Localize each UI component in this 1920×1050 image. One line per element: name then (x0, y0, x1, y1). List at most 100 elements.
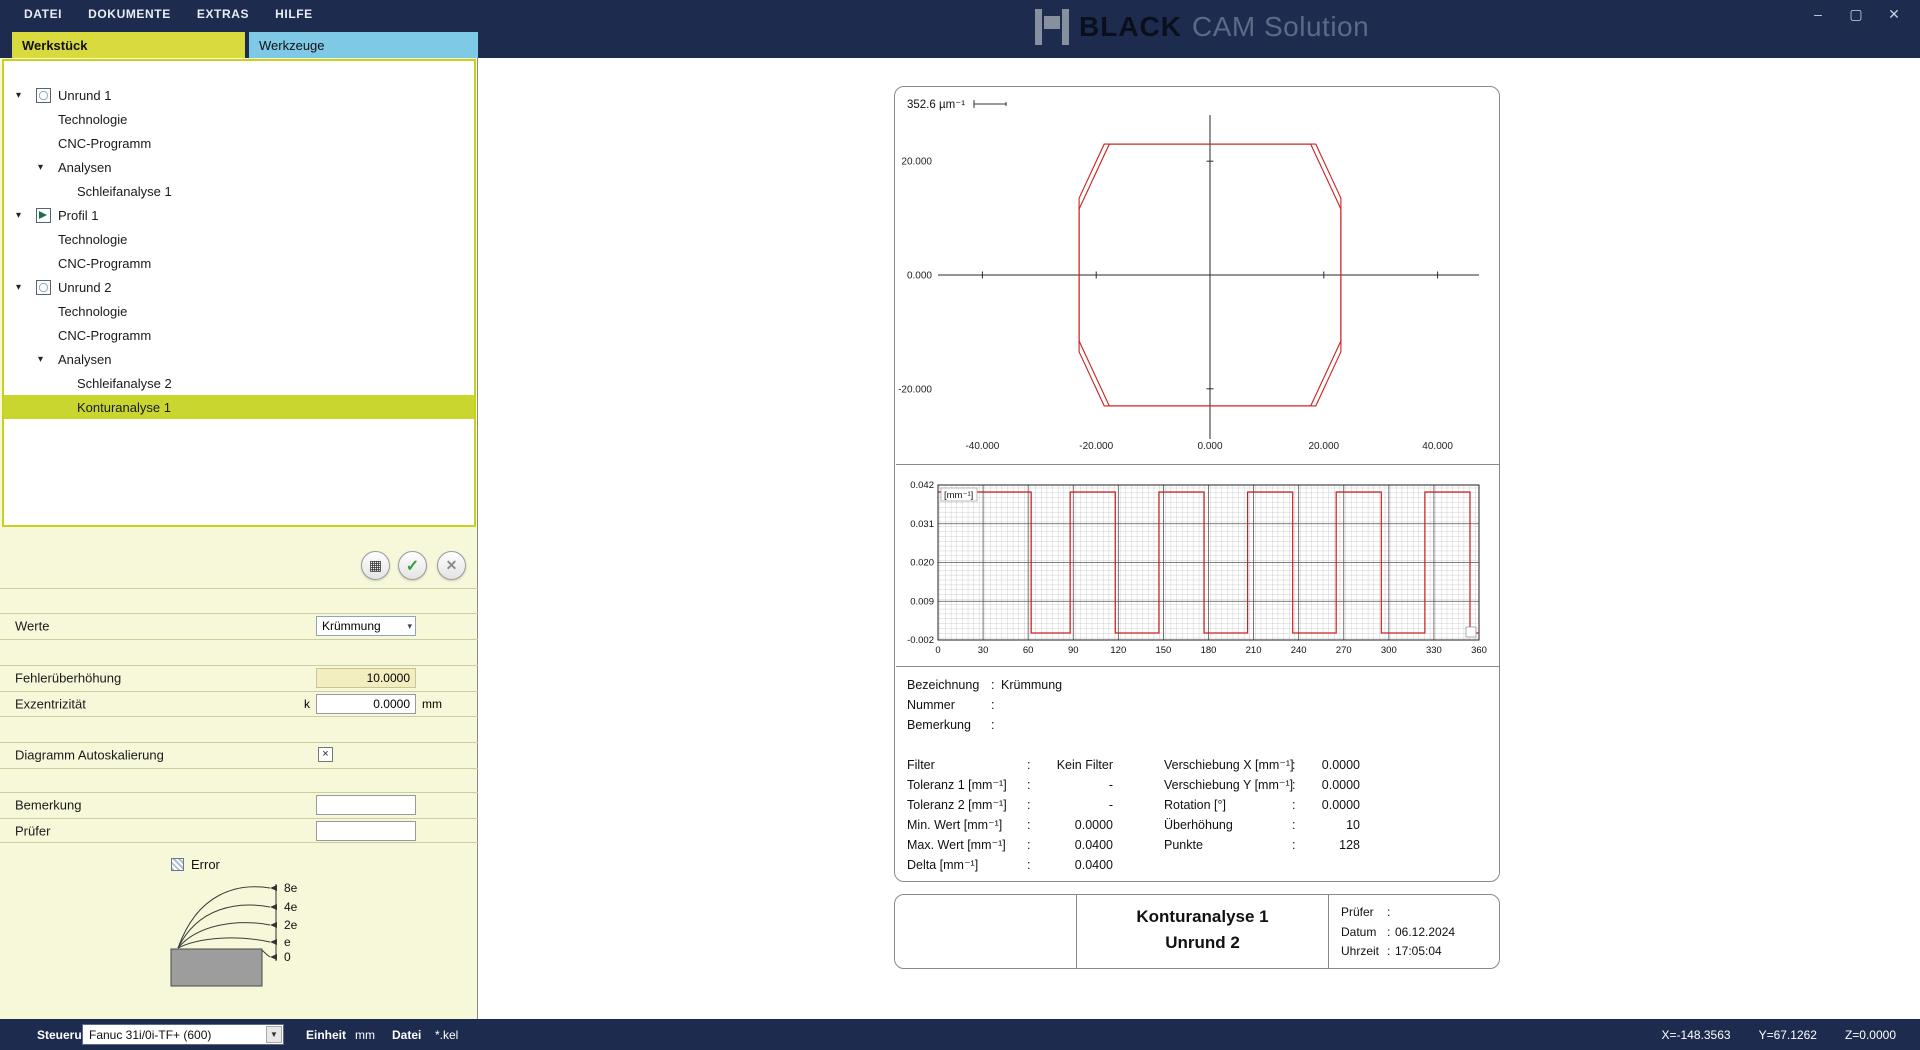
tab-werkstueck[interactable]: Werkstück (12, 32, 245, 58)
report-area: 352.6 µm⁻¹ -40.000-20.0000.00020.00040.0… (479, 58, 1920, 1019)
scale-indicator: 352.6 µm⁻¹ (907, 97, 1013, 111)
tree-item-cnc-programm[interactable]: CNC-Programm (4, 251, 474, 275)
chart-watermark-icon (1466, 627, 1476, 637)
tree-item-analysen[interactable]: ▾Analysen (4, 347, 474, 371)
info-label: Punkte (1164, 835, 1292, 855)
werte-dropdown[interactable]: Krümmung ▾ (316, 616, 416, 636)
fehlerueberhoehung-value[interactable]: 10.0000 (316, 668, 416, 688)
svg-text:0.020: 0.020 (910, 558, 934, 569)
tree-item-label: Technologie (58, 304, 127, 319)
svg-text:-40.000: -40.000 (965, 441, 999, 452)
info-value: 10 (1302, 815, 1360, 835)
info-colon: : (1027, 835, 1037, 855)
chart-panel: 352.6 µm⁻¹ -40.000-20.0000.00020.00040.0… (894, 86, 1500, 882)
info-label: Bezeichnung (907, 675, 991, 695)
info-row: Überhöhung:10 (1164, 815, 1360, 835)
expand-arrow-icon[interactable]: ▾ (16, 282, 36, 293)
unrund-icon (36, 88, 51, 103)
info-value: 0.0000 (1302, 755, 1360, 775)
steuerung-select[interactable]: Fanuc 31i/0i-TF+ (600) ▼ (82, 1024, 284, 1045)
scale-label: 352.6 µm⁻¹ (907, 97, 965, 111)
pruefer-label: Prüfer (15, 824, 50, 839)
tab-werkzeuge[interactable]: Werkzeuge (249, 32, 478, 58)
menu-extras[interactable]: EXTRAS (197, 7, 249, 21)
info-label: Rotation [°] (1164, 795, 1292, 815)
cancel-button[interactable]: ✕ (437, 551, 466, 580)
title-block-row: Prüfer: (1341, 903, 1499, 923)
svg-text:360: 360 (1471, 645, 1487, 656)
datei-label: Datei (392, 1028, 421, 1042)
expand-arrow-icon[interactable]: ▾ (38, 354, 58, 365)
info-label: Min. Wert [mm⁻¹] (907, 815, 1027, 835)
tree-item-label: Analysen (58, 352, 111, 367)
close-button[interactable]: ✕ (1884, 6, 1904, 23)
bemerkung-input[interactable] (316, 795, 416, 815)
info-row: Filter:Kein Filter (907, 755, 1113, 775)
tree-item-technologie[interactable]: Technologie (4, 299, 474, 323)
info-colon: : (991, 675, 1001, 695)
expand-arrow-icon[interactable]: ▾ (16, 90, 36, 101)
tree-item-analysen[interactable]: ▾Analysen (4, 155, 474, 179)
menu-hilfe[interactable]: HILFE (275, 7, 313, 21)
maximize-button[interactable]: ▢ (1846, 6, 1866, 23)
error-legend: Error (171, 857, 220, 872)
pruefer-input[interactable] (316, 821, 416, 841)
error-level-0: 0 (284, 950, 291, 964)
analysis-info-left: Filter:Kein FilterToleranz 1 [mm⁻¹]:-Tol… (907, 755, 1113, 875)
expand-arrow-icon[interactable]: ▾ (16, 210, 36, 221)
info-label: Max. Wert [mm⁻¹] (907, 835, 1027, 855)
tree-item-cnc-programm[interactable]: CNC-Programm (4, 323, 474, 347)
form-toolbar: ▦ ✓ ✕ (0, 551, 478, 581)
menu-datei[interactable]: DATEI (24, 7, 62, 21)
tree-item-technologie[interactable]: Technologie (4, 227, 474, 251)
tree-item-schleifanalyse-1[interactable]: Schleifanalyse 1 (4, 179, 474, 203)
fehlerueberhoehung-row: Fehlerüberhöhung 10.0000 (0, 665, 478, 691)
tree-item-profil-1[interactable]: ▾Profil 1 (4, 203, 474, 227)
tree-item-unrund-1[interactable]: ▾Unrund 1 (4, 83, 474, 107)
curvature-chart: 03060901201501802102402703003303600.0420… (895, 464, 1501, 666)
menu-bar: DATEI DOKUMENTE EXTRAS HILFE (24, 0, 313, 28)
svg-text:210: 210 (1246, 645, 1262, 656)
analysis-title: Konturanalyse 1 (1077, 904, 1328, 930)
svg-text:0.031: 0.031 (910, 519, 934, 530)
workpiece-title: Unrund 2 (1077, 930, 1328, 956)
svg-text:240: 240 (1291, 645, 1307, 656)
tree-item-schleifanalyse-2[interactable]: Schleifanalyse 2 (4, 371, 474, 395)
error-level-4e: 4e (284, 900, 298, 914)
tree-item-unrund-2[interactable]: ▾Unrund 2 (4, 275, 474, 299)
minimize-button[interactable]: – (1808, 6, 1828, 23)
menu-dokumente[interactable]: DOKUMENTE (88, 7, 171, 21)
info-value: 0.0400 (1037, 835, 1113, 855)
svg-text:0: 0 (935, 645, 940, 656)
svg-text:30: 30 (978, 645, 989, 656)
error-level-e: e (284, 935, 291, 949)
autoskalierung-checkbox[interactable]: × (318, 747, 333, 762)
info-label: Toleranz 2 [mm⁻¹] (907, 795, 1027, 815)
title-block-value (1395, 903, 1499, 923)
info-colon: : (1292, 815, 1302, 835)
tree-item-konturanalyse-1[interactable]: Konturanalyse 1 (4, 395, 474, 419)
autoskalierung-label: Diagramm Autoskalierung (15, 748, 164, 763)
info-row: Verschiebung X [mm⁻¹]:0.0000 (1164, 755, 1360, 775)
coord-y: Y=67.1262 (1759, 1028, 1817, 1042)
exzentrizitaet-input[interactable] (316, 694, 416, 714)
coordinate-readout: X=-148.3563 Y=67.1262 Z=0.0000 (1662, 1028, 1897, 1042)
info-label: Delta [mm⁻¹] (907, 855, 1027, 875)
apply-button[interactable]: ✓ (398, 551, 427, 580)
title-block-label: Prüfer (1341, 903, 1387, 923)
tree-item-label: CNC-Programm (58, 136, 151, 151)
info-colon: : (1292, 775, 1302, 795)
svg-text:150: 150 (1155, 645, 1171, 656)
svg-text:0.009: 0.009 (910, 596, 934, 607)
expand-arrow-icon[interactable]: ▾ (38, 162, 58, 173)
logo-brand-text: BLACK (1079, 11, 1182, 43)
calculate-button[interactable]: ▦ (361, 551, 390, 580)
form-separator (0, 613, 478, 614)
info-label: Verschiebung Y [mm⁻¹] (1164, 775, 1292, 795)
tree-item-technologie[interactable]: Technologie (4, 107, 474, 131)
tree-item-label: Schleifanalyse 1 (77, 184, 172, 199)
tree-item-cnc-programm[interactable]: CNC-Programm (4, 131, 474, 155)
info-value: 0.0000 (1302, 795, 1360, 815)
svg-text:0.042: 0.042 (910, 480, 934, 491)
werte-dropdown-value: Krümmung (322, 619, 381, 633)
